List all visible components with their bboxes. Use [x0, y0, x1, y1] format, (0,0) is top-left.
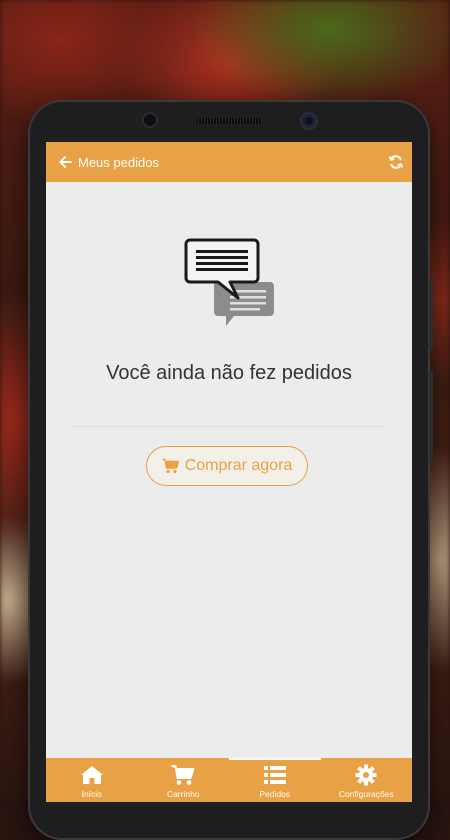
tab-settings-label: Configurações [338, 789, 394, 799]
tab-orders[interactable]: Pedidos [229, 758, 321, 802]
tab-home[interactable]: Início [46, 758, 138, 802]
shop-now-button[interactable]: Comprar agora [146, 446, 308, 486]
tab-home-label: Início [81, 789, 102, 799]
cart-icon [171, 764, 195, 786]
home-icon [80, 764, 104, 786]
sensor-dot [144, 114, 156, 126]
orders-content: Você ainda não fez pedidos Comprar agora [46, 182, 412, 758]
list-icon [263, 764, 286, 786]
tab-orders-label: Pedidos [259, 789, 291, 799]
earpiece-speaker [196, 118, 262, 124]
tab-cart[interactable]: Carrinho [138, 758, 230, 802]
cart-icon [162, 458, 179, 474]
phone-frame: Meus pedidos Você ainda não fez pedidos … [28, 100, 433, 840]
shop-now-label: Comprar agora [184, 457, 293, 474]
back-arrow-icon[interactable] [52, 156, 78, 168]
divider [72, 426, 384, 427]
chat-bubbles-icon [184, 238, 276, 336]
gear-icon [355, 764, 377, 786]
empty-orders-message: Você ainda não fez pedidos [106, 362, 352, 384]
app-bar: Meus pedidos [46, 142, 412, 182]
refresh-icon[interactable] [388, 154, 404, 170]
app-screen: Meus pedidos Você ainda não fez pedidos … [46, 142, 412, 802]
bottom-tab-bar: Início Carrinho Pedidos Configurações [46, 758, 412, 802]
volume-button [429, 280, 433, 350]
front-camera [302, 114, 316, 128]
power-button [429, 370, 433, 460]
page-title: Meus pedidos [78, 154, 159, 170]
tab-settings[interactable]: Configurações [321, 758, 413, 802]
tab-cart-label: Carrinho [166, 789, 200, 799]
